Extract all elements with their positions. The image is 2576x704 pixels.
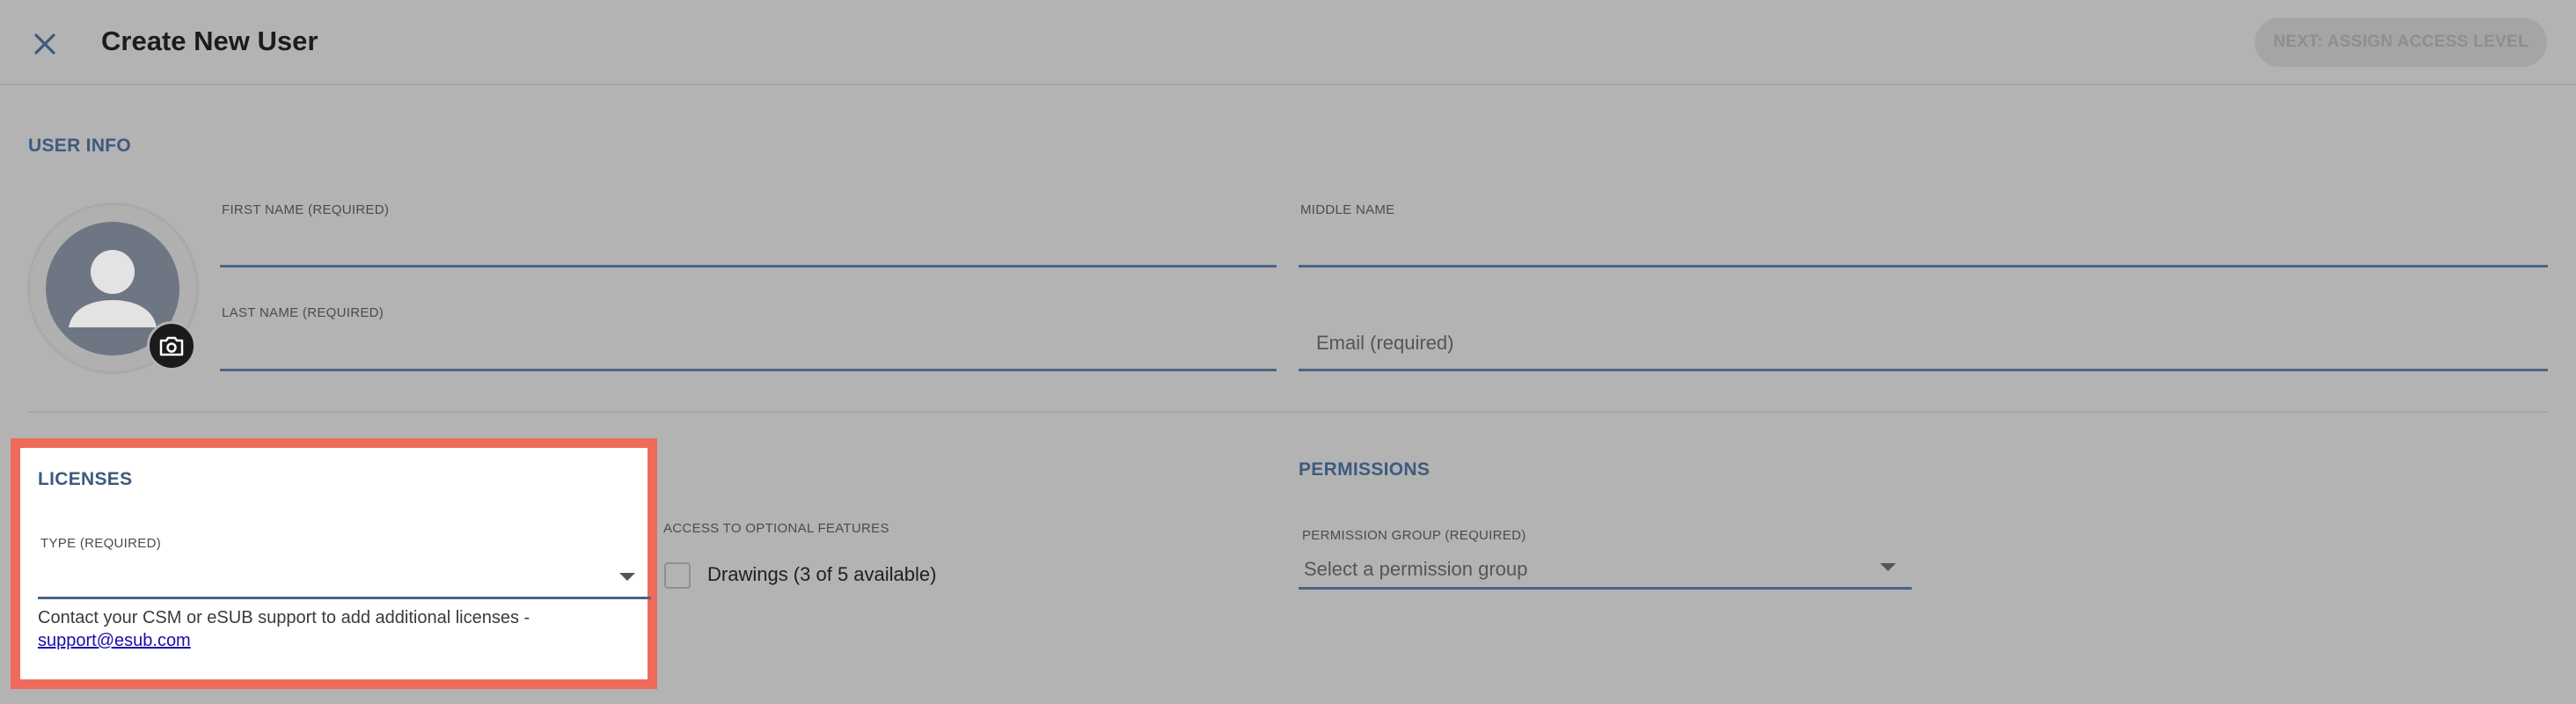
last-name-label: LAST NAME (REQUIRED) [222,305,384,320]
caret-down-icon [1880,563,1896,571]
license-help-text: Contact your CSM or eSUB support to add … [38,606,583,652]
header-bar: Create New User NEXT: ASSIGN ACCESS LEVE… [0,0,2576,85]
middle-name-input[interactable] [1299,232,2548,268]
last-name-input[interactable] [220,336,1277,371]
next-assign-access-level-button[interactable]: NEXT: ASSIGN ACCESS LEVEL [2255,18,2547,67]
create-user-page: Create New User NEXT: ASSIGN ACCESS LEVE… [0,0,2576,704]
middle-name-label: MIDDLE NAME [1300,202,1395,217]
first-name-label: FIRST NAME (REQUIRED) [222,202,390,217]
email-input[interactable] [1299,317,2548,371]
user-info-heading: USER INFO [28,136,132,156]
caret-down-icon [619,573,635,581]
license-type-label: TYPE (REQUIRED) [40,536,162,551]
first-name-input[interactable] [220,232,1277,268]
first-name-field: FIRST NAME (REQUIRED) [220,202,1277,268]
section-divider [27,411,2549,413]
optional-features-label: ACCESS TO OPTIONAL FEATURES [663,521,889,536]
close-button[interactable] [25,24,65,64]
permissions-heading: PERMISSIONS [1299,459,1431,480]
email-field [1299,317,2548,371]
middle-name-field: MIDDLE NAME [1299,202,2548,268]
licenses-panel: LICENSES TYPE (REQUIRED) Contact your CS… [11,438,657,689]
license-type-select[interactable] [38,557,651,599]
permission-group-select[interactable]: Select a permission group [1299,547,1912,590]
last-name-field: LAST NAME (REQUIRED) [220,305,1277,371]
support-email-link[interactable]: support@esub.com [38,631,191,650]
upload-photo-button[interactable] [147,321,196,370]
drawings-checkbox-label: Drawings (3 of 5 available) [707,563,937,585]
licenses-heading: LICENSES [38,469,133,489]
drawings-checkbox[interactable] [664,562,691,589]
close-icon [34,33,55,55]
page-title: Create New User [101,26,318,56]
permission-group-placeholder: Select a permission group [1304,558,1528,580]
license-help-message: Contact your CSM or eSUB support to add … [38,608,531,627]
permission-group-label: PERMISSION GROUP (REQUIRED) [1302,528,1526,543]
camera-icon [159,336,184,356]
